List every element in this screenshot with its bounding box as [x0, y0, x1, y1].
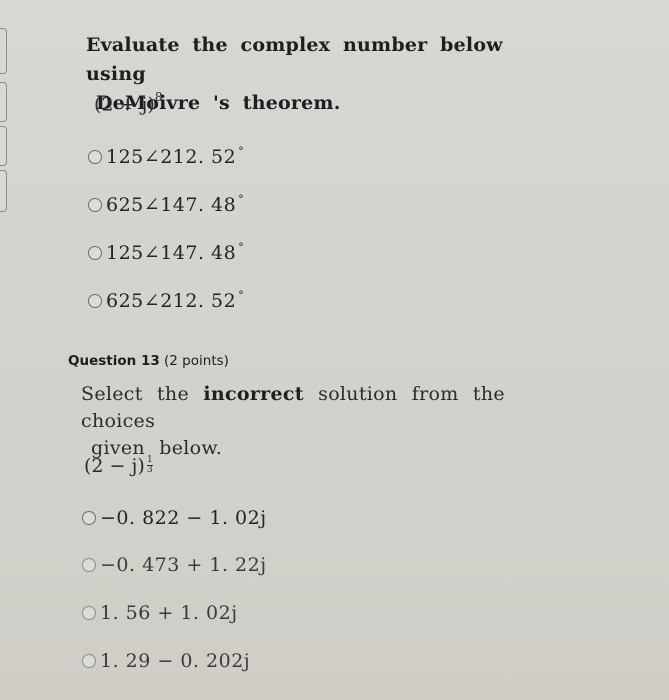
radio-button[interactable] [82, 654, 96, 668]
exponent-fraction: 13 [146, 455, 153, 475]
magnitude: 125 [106, 242, 144, 264]
option-label: 1. 56 + 1. 02j [100, 602, 238, 624]
degree-icon: ° [238, 193, 245, 206]
side-tab[interactable] [0, 126, 7, 166]
angle: 212. 52 [160, 290, 237, 312]
magnitude: 625 [106, 290, 144, 312]
q13-option-3[interactable]: 1. 56 + 1. 02j [82, 602, 238, 624]
radio-button[interactable] [88, 198, 102, 212]
angle: 212. 52 [160, 146, 237, 168]
prompt-text: Select the [81, 383, 190, 405]
radio-button[interactable] [88, 294, 102, 308]
option-label: 1. 29 − 0. 202j [100, 650, 251, 672]
angle-icon: ∠ [143, 242, 161, 264]
question-13-heading: Question 13 (2 points) [68, 353, 229, 369]
question-number: Question 13 [68, 353, 160, 369]
q13-option-4[interactable]: 1. 29 − 0. 202j [82, 650, 250, 672]
side-tab[interactable] [0, 82, 7, 122]
numerator: 1 [146, 455, 153, 465]
degree-icon: ° [238, 289, 245, 302]
radio-button[interactable] [88, 246, 102, 260]
degree-icon: ° [238, 241, 245, 254]
prompt-line-1: Evaluate the complex number below using [86, 34, 503, 85]
option-label: −0. 473 + 1. 22j [100, 554, 267, 576]
q12-option-4[interactable]: 625∠212. 52 ° [88, 289, 245, 312]
prompt-line-2: given below. [91, 437, 223, 459]
angle: 147. 48 [160, 242, 237, 264]
angle-icon: ∠ [143, 194, 161, 216]
question-13-prompt: Select the incorrect solution from the c… [81, 381, 581, 462]
question-points: (2 points) [164, 353, 229, 369]
prompt-emphasis: incorrect [203, 383, 304, 405]
radio-button[interactable] [82, 558, 96, 572]
side-tab[interactable] [0, 28, 7, 74]
radio-button[interactable] [88, 150, 102, 164]
expression-exponent: 8 [154, 90, 163, 104]
angle: 147. 48 [160, 194, 237, 216]
q13-option-1[interactable]: −0. 822 − 1. 02j [82, 507, 267, 529]
q13-option-2[interactable]: −0. 473 + 1. 22j [82, 554, 267, 576]
denominator: 3 [146, 465, 153, 475]
q12-option-2[interactable]: 625∠147. 48 ° [88, 193, 245, 216]
question-13-expression: (2 − j) 1 3 [84, 455, 153, 485]
question-12-expression: (2 + j)8 [94, 90, 163, 116]
expression-base: (2 + j) [94, 93, 155, 116]
angle-icon: ∠ [143, 146, 161, 168]
q12-option-1[interactable]: 125∠212. 52 ° [88, 145, 245, 168]
magnitude: 625 [106, 194, 144, 216]
expression-base: (2 − j) [84, 455, 145, 477]
radio-button[interactable] [82, 606, 96, 620]
q12-option-3[interactable]: 125∠147. 48 ° [88, 241, 245, 264]
degree-icon: ° [238, 145, 245, 158]
angle-icon: ∠ [143, 290, 161, 312]
option-label: −0. 822 − 1. 02j [100, 507, 267, 529]
magnitude: 125 [106, 146, 144, 168]
side-tab[interactable] [0, 170, 7, 212]
radio-button[interactable] [82, 511, 96, 525]
